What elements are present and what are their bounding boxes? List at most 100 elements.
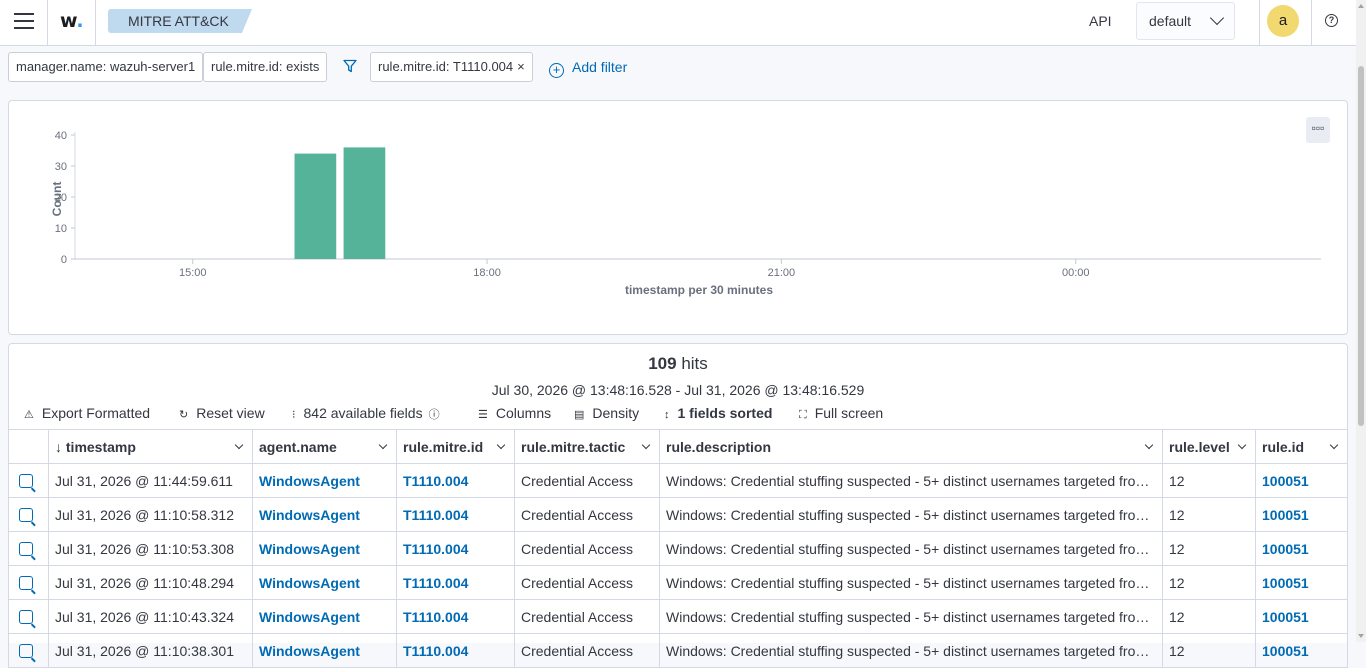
cell-level: 12: [1162, 531, 1256, 566]
api-label: API: [1089, 13, 1112, 29]
inspect-document-icon[interactable]: [19, 507, 33, 522]
filter-pill-mitre-exists[interactable]: rule.mitre.id: exists: [203, 52, 328, 82]
x-axis-label: timestamp per 30 minutes: [625, 283, 773, 297]
fields-label: 842 available fields: [303, 405, 423, 421]
user-avatar[interactable]: a: [1267, 5, 1299, 37]
row-inspect-cell: [8, 599, 49, 634]
sort-desc-icon: ↓: [55, 438, 62, 455]
cell-mitre-tactic: Credential Access: [514, 599, 660, 634]
cell-agent-name[interactable]: WindowsAgent: [252, 599, 397, 634]
plus-icon: +: [549, 63, 564, 78]
page-scrollbar[interactable]: [1356, 0, 1366, 642]
api-selector[interactable]: default: [1136, 2, 1235, 40]
cell-agent-name[interactable]: WindowsAgent: [252, 531, 397, 566]
add-filter-button[interactable]: + Add filter: [549, 59, 627, 78]
full-screen-button[interactable]: ⛶ Full screen: [799, 405, 883, 422]
divider: [95, 0, 96, 46]
inspect-document-icon[interactable]: [19, 575, 33, 590]
cell-mitre-id[interactable]: T1110.004: [396, 565, 515, 600]
column-header-agent-name[interactable]: agent.name: [252, 429, 397, 464]
cell-timestamp: Jul 31, 2026 @ 11:10:53.308: [48, 531, 253, 566]
cell-agent-name[interactable]: WindowsAgent: [252, 497, 397, 532]
sort-fields-button[interactable]: ↕ 1 fields sorted: [664, 405, 772, 421]
columns-button[interactable]: ☰ Columns: [478, 405, 551, 421]
cell-agent-name[interactable]: WindowsAgent: [252, 633, 397, 668]
y-tick-label: 30: [55, 161, 67, 173]
cell-mitre-id[interactable]: T1110.004: [396, 497, 515, 532]
cell-mitre-id[interactable]: T1110.004: [396, 633, 515, 668]
scroll-up-arrow-icon[interactable]: [1358, 4, 1364, 8]
column-header-level[interactable]: rule.level: [1162, 429, 1256, 464]
cell-rule-id[interactable]: 100051: [1255, 531, 1348, 566]
refresh-icon: ↻: [179, 409, 189, 421]
table-row: Jul 31, 2026 @ 11:44:59.611 WindowsAgent T…: [8, 463, 1348, 498]
date-range: Jul 30, 2026 @ 13:48:16.528 - Jul 31, 20…: [491, 382, 865, 398]
column-header-rule-id[interactable]: rule.id: [1255, 429, 1348, 464]
breadcrumb-mitre[interactable]: MITRE ATT&CK: [108, 9, 252, 33]
cell-rule-id[interactable]: 100051: [1255, 633, 1348, 668]
table-row: Jul 31, 2026 @ 11:10:38.301 WindowsAgent T…: [8, 633, 1348, 668]
histogram-chart[interactable]: 010203040 15:0018:0021:0000:0003:0006:00…: [8, 100, 1348, 335]
cell-mitre-id[interactable]: T1110.004: [396, 599, 515, 634]
table-row: Jul 31, 2026 @ 11:10:48.294 WindowsAgent T…: [8, 565, 1348, 600]
remove-filter-icon[interactable]: ×: [517, 59, 525, 74]
column-header-label: rule.level: [1169, 438, 1230, 455]
column-header-timestamp[interactable]: ↓ timestamp: [48, 429, 253, 464]
filter-bar: manager.name: wazuh-server1 rule.mitre.i…: [0, 46, 1356, 90]
cell-mitre-tactic: Credential Access: [514, 633, 660, 668]
cell-timestamp: Jul 31, 2026 @ 11:10:38.301: [48, 633, 253, 668]
column-header-description[interactable]: rule.description: [659, 429, 1163, 464]
cell-mitre-id[interactable]: T1110.004: [396, 531, 515, 566]
histogram-bar[interactable]: [343, 147, 386, 259]
cell-rule-id[interactable]: 100051: [1255, 497, 1348, 532]
cell-description: Windows: Credential stuffing suspected -…: [659, 497, 1163, 532]
cell-agent-name[interactable]: WindowsAgent: [252, 565, 397, 600]
column-header-mitre-id[interactable]: rule.mitre.id: [396, 429, 515, 464]
cell-rule-id[interactable]: 100051: [1255, 599, 1348, 634]
filter-pill-mitre-id[interactable]: rule.mitre.id: T1110.004 ×: [370, 52, 533, 82]
filter-funnel-icon[interactable]: [343, 59, 357, 73]
column-header-mitre-tactic[interactable]: rule.mitre.tactic: [514, 429, 660, 464]
density-button[interactable]: ▤ Density: [574, 405, 639, 421]
scrollbar-thumb[interactable]: [1358, 66, 1364, 426]
inspect-document-icon[interactable]: [19, 473, 33, 488]
cell-agent-name[interactable]: WindowsAgent: [252, 463, 397, 498]
cell-level: 12: [1162, 497, 1256, 532]
x-tick-label: 18:00: [473, 267, 501, 279]
table-row: Jul 31, 2026 @ 11:10:53.308 WindowsAgent T…: [8, 531, 1348, 566]
hits-label: hits: [676, 354, 708, 373]
inspect-document-icon[interactable]: [19, 643, 33, 658]
cell-rule-id[interactable]: 100051: [1255, 463, 1348, 498]
results-table: ↓ timestamp agent.name rule.mitre.id rul…: [8, 429, 1348, 668]
cell-level: 12: [1162, 463, 1256, 498]
wazuh-logo[interactable]: w.: [60, 10, 84, 32]
available-fields-button[interactable]: ⁝ 842 available fields ⓘ: [292, 405, 440, 422]
fields-icon: ⁝: [292, 409, 296, 421]
reset-view-button[interactable]: ↻ Reset view: [179, 405, 265, 421]
inspect-document-icon[interactable]: [19, 541, 33, 556]
y-tick-label: 40: [55, 130, 67, 142]
columns-label: Columns: [495, 405, 552, 421]
divider: [47, 0, 48, 46]
scroll-down-arrow-icon[interactable]: [1358, 634, 1364, 638]
row-inspect-cell: [8, 531, 49, 566]
fullscreen-label: Full screen: [814, 405, 884, 421]
inspect-document-icon[interactable]: [19, 609, 33, 624]
filter-pill-label: rule.mitre.id: T1110.004: [378, 59, 514, 74]
cell-mitre-id[interactable]: T1110.004: [396, 463, 515, 498]
cell-rule-id[interactable]: 100051: [1255, 565, 1348, 600]
column-header-label: agent.name: [259, 438, 337, 455]
table-row: Jul 31, 2026 @ 11:10:43.324 WindowsAgent T…: [8, 599, 1348, 634]
row-inspect-cell: [8, 633, 49, 668]
y-tick-label: 10: [55, 223, 67, 235]
export-formatted-button[interactable]: ⚠ Export Formatted: [24, 405, 150, 421]
help-icon[interactable]: ?: [1325, 14, 1338, 27]
filter-pill-manager[interactable]: manager.name: wazuh-server1: [8, 52, 204, 82]
columns-icon: ☰: [478, 409, 488, 421]
reset-label: Reset view: [196, 405, 265, 421]
chevron-down-icon: [496, 440, 506, 450]
cell-description: Windows: Credential stuffing suspected -…: [659, 633, 1163, 668]
histogram-bar[interactable]: [294, 153, 337, 259]
info-icon: ⓘ: [428, 409, 440, 421]
menu-icon[interactable]: [14, 13, 34, 31]
